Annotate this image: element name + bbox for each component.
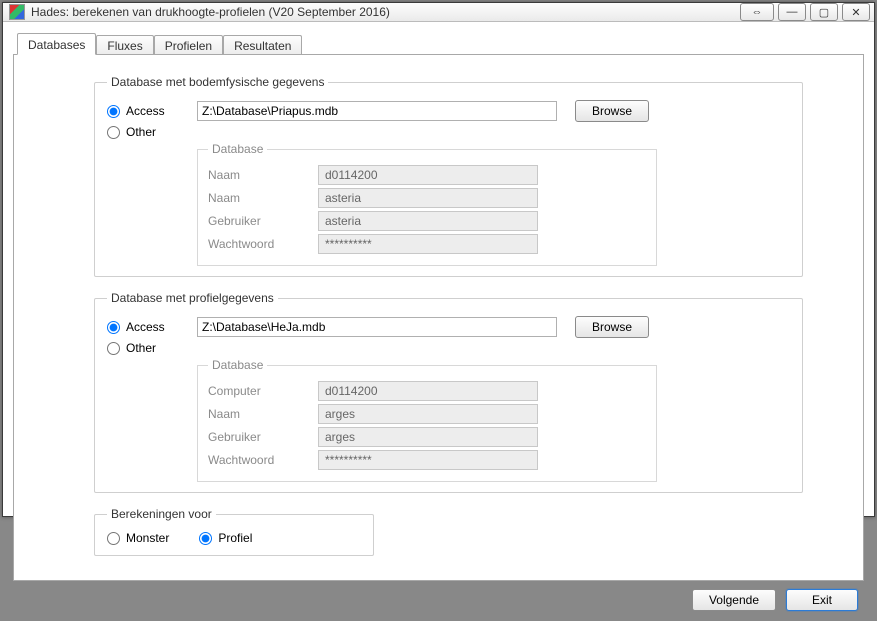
- db1-other-label: Other: [126, 125, 156, 139]
- db1-radio-access[interactable]: [107, 105, 120, 118]
- db2-computer-label: Computer: [208, 384, 318, 398]
- tab-fluxes[interactable]: Fluxes: [96, 35, 153, 55]
- tab-databases[interactable]: Databases: [17, 33, 96, 55]
- db1-browse-button[interactable]: Browse: [575, 100, 649, 122]
- group-berekeningen: Berekeningen voor Monster Profiel: [94, 507, 374, 556]
- calc-radio-monster[interactable]: [107, 532, 120, 545]
- window-title: Hades: berekenen van drukhoogte-profiele…: [31, 5, 740, 19]
- footer: Volgende Exit: [13, 581, 864, 613]
- db1-gebruiker-label: Gebruiker: [208, 214, 318, 228]
- db1-inner-group: Database Naam Naam Gebruiker Wachtwo: [197, 142, 657, 266]
- app-window: Hades: berekenen van drukhoogte-profiele…: [2, 2, 875, 517]
- db1-wachtwoord-label: Wachtwoord: [208, 237, 318, 251]
- db1-radio-other[interactable]: [107, 126, 120, 139]
- db2-inner-legend: Database: [208, 358, 267, 372]
- db2-wachtwoord-label: Wachtwoord: [208, 453, 318, 467]
- tabstrip: Databases Fluxes Profielen Resultaten: [17, 32, 864, 54]
- db2-wachtwoord-input: [318, 450, 538, 470]
- tab-resultaten[interactable]: Resultaten: [223, 35, 302, 55]
- db2-radio-access[interactable]: [107, 321, 120, 334]
- tabpage-databases: Database met bodemfysische gegevens Acce…: [13, 54, 864, 581]
- exit-button[interactable]: Exit: [786, 589, 858, 611]
- db2-path-input[interactable]: [197, 317, 557, 337]
- db1-naam2-input: [318, 188, 538, 208]
- client-area: Databases Fluxes Profielen Resultaten Da…: [3, 22, 874, 621]
- db2-gebruiker-label: Gebruiker: [208, 430, 318, 444]
- db1-access-label: Access: [126, 104, 165, 118]
- db2-inner-group: Database Computer Naam Gebruiker Wac: [197, 358, 657, 482]
- db1-inner-legend: Database: [208, 142, 267, 156]
- db1-naam2-label: Naam: [208, 191, 318, 205]
- nav-backfwd-button[interactable]: ⇔: [740, 3, 774, 21]
- group-profiel-legend: Database met profielgegevens: [107, 291, 278, 305]
- db1-gebruiker-input: [318, 211, 538, 231]
- window-buttons: ⇔ — ▢ ✕: [740, 3, 870, 21]
- close-button[interactable]: ✕: [842, 3, 870, 21]
- calc-radio-profiel[interactable]: [199, 532, 212, 545]
- db1-wachtwoord-input: [318, 234, 538, 254]
- maximize-button[interactable]: ▢: [810, 3, 838, 21]
- db1-naam1-label: Naam: [208, 168, 318, 182]
- db2-radio-other[interactable]: [107, 342, 120, 355]
- tab-profielen[interactable]: Profielen: [154, 35, 223, 55]
- calc-monster-label: Monster: [126, 531, 169, 545]
- group-profiel: Database met profielgegevens Access Brow…: [94, 291, 803, 493]
- db1-path-input[interactable]: [197, 101, 557, 121]
- app-icon: [9, 4, 25, 20]
- group-bodemfysisch-legend: Database met bodemfysische gegevens: [107, 75, 328, 89]
- db2-access-label: Access: [126, 320, 165, 334]
- db2-naam-input: [318, 404, 538, 424]
- group-bodemfysisch: Database met bodemfysische gegevens Acce…: [94, 75, 803, 277]
- db2-gebruiker-input: [318, 427, 538, 447]
- titlebar: Hades: berekenen van drukhoogte-profiele…: [3, 3, 874, 22]
- next-button[interactable]: Volgende: [692, 589, 776, 611]
- db2-naam-label: Naam: [208, 407, 318, 421]
- db2-other-label: Other: [126, 341, 156, 355]
- db2-browse-button[interactable]: Browse: [575, 316, 649, 338]
- db1-naam1-input: [318, 165, 538, 185]
- db2-computer-input: [318, 381, 538, 401]
- calc-profiel-label: Profiel: [218, 531, 252, 545]
- minimize-button[interactable]: —: [778, 3, 806, 21]
